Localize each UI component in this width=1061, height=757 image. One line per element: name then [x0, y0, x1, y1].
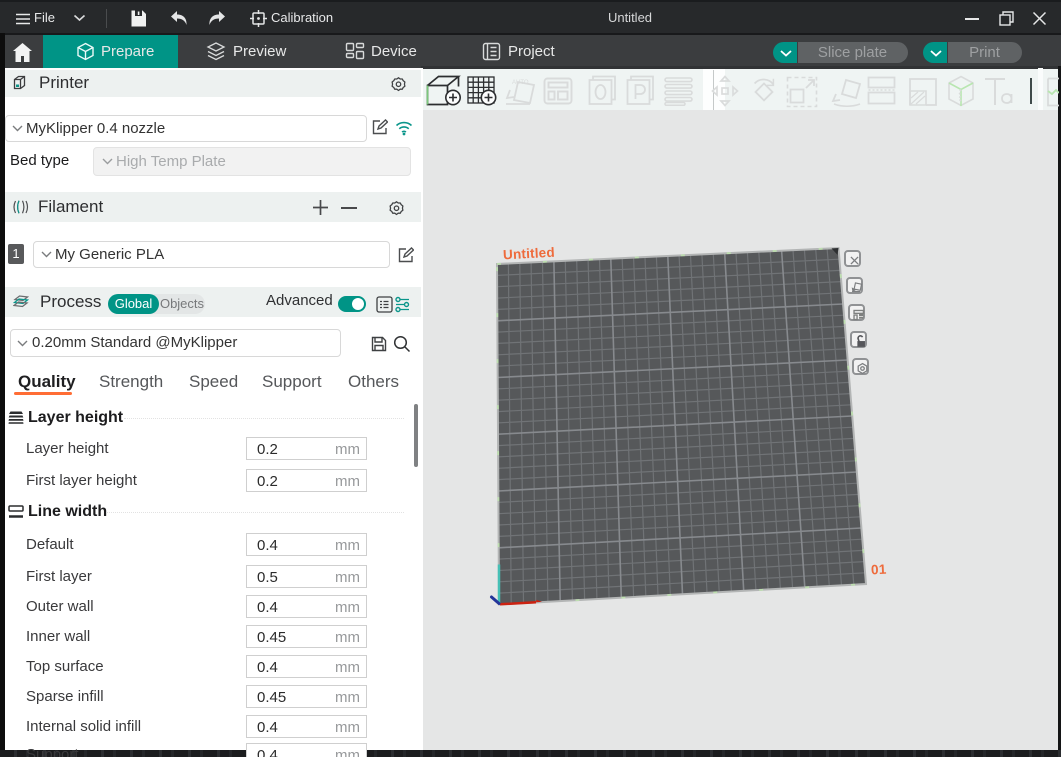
svg-text:AUTO: AUTO	[512, 80, 529, 86]
